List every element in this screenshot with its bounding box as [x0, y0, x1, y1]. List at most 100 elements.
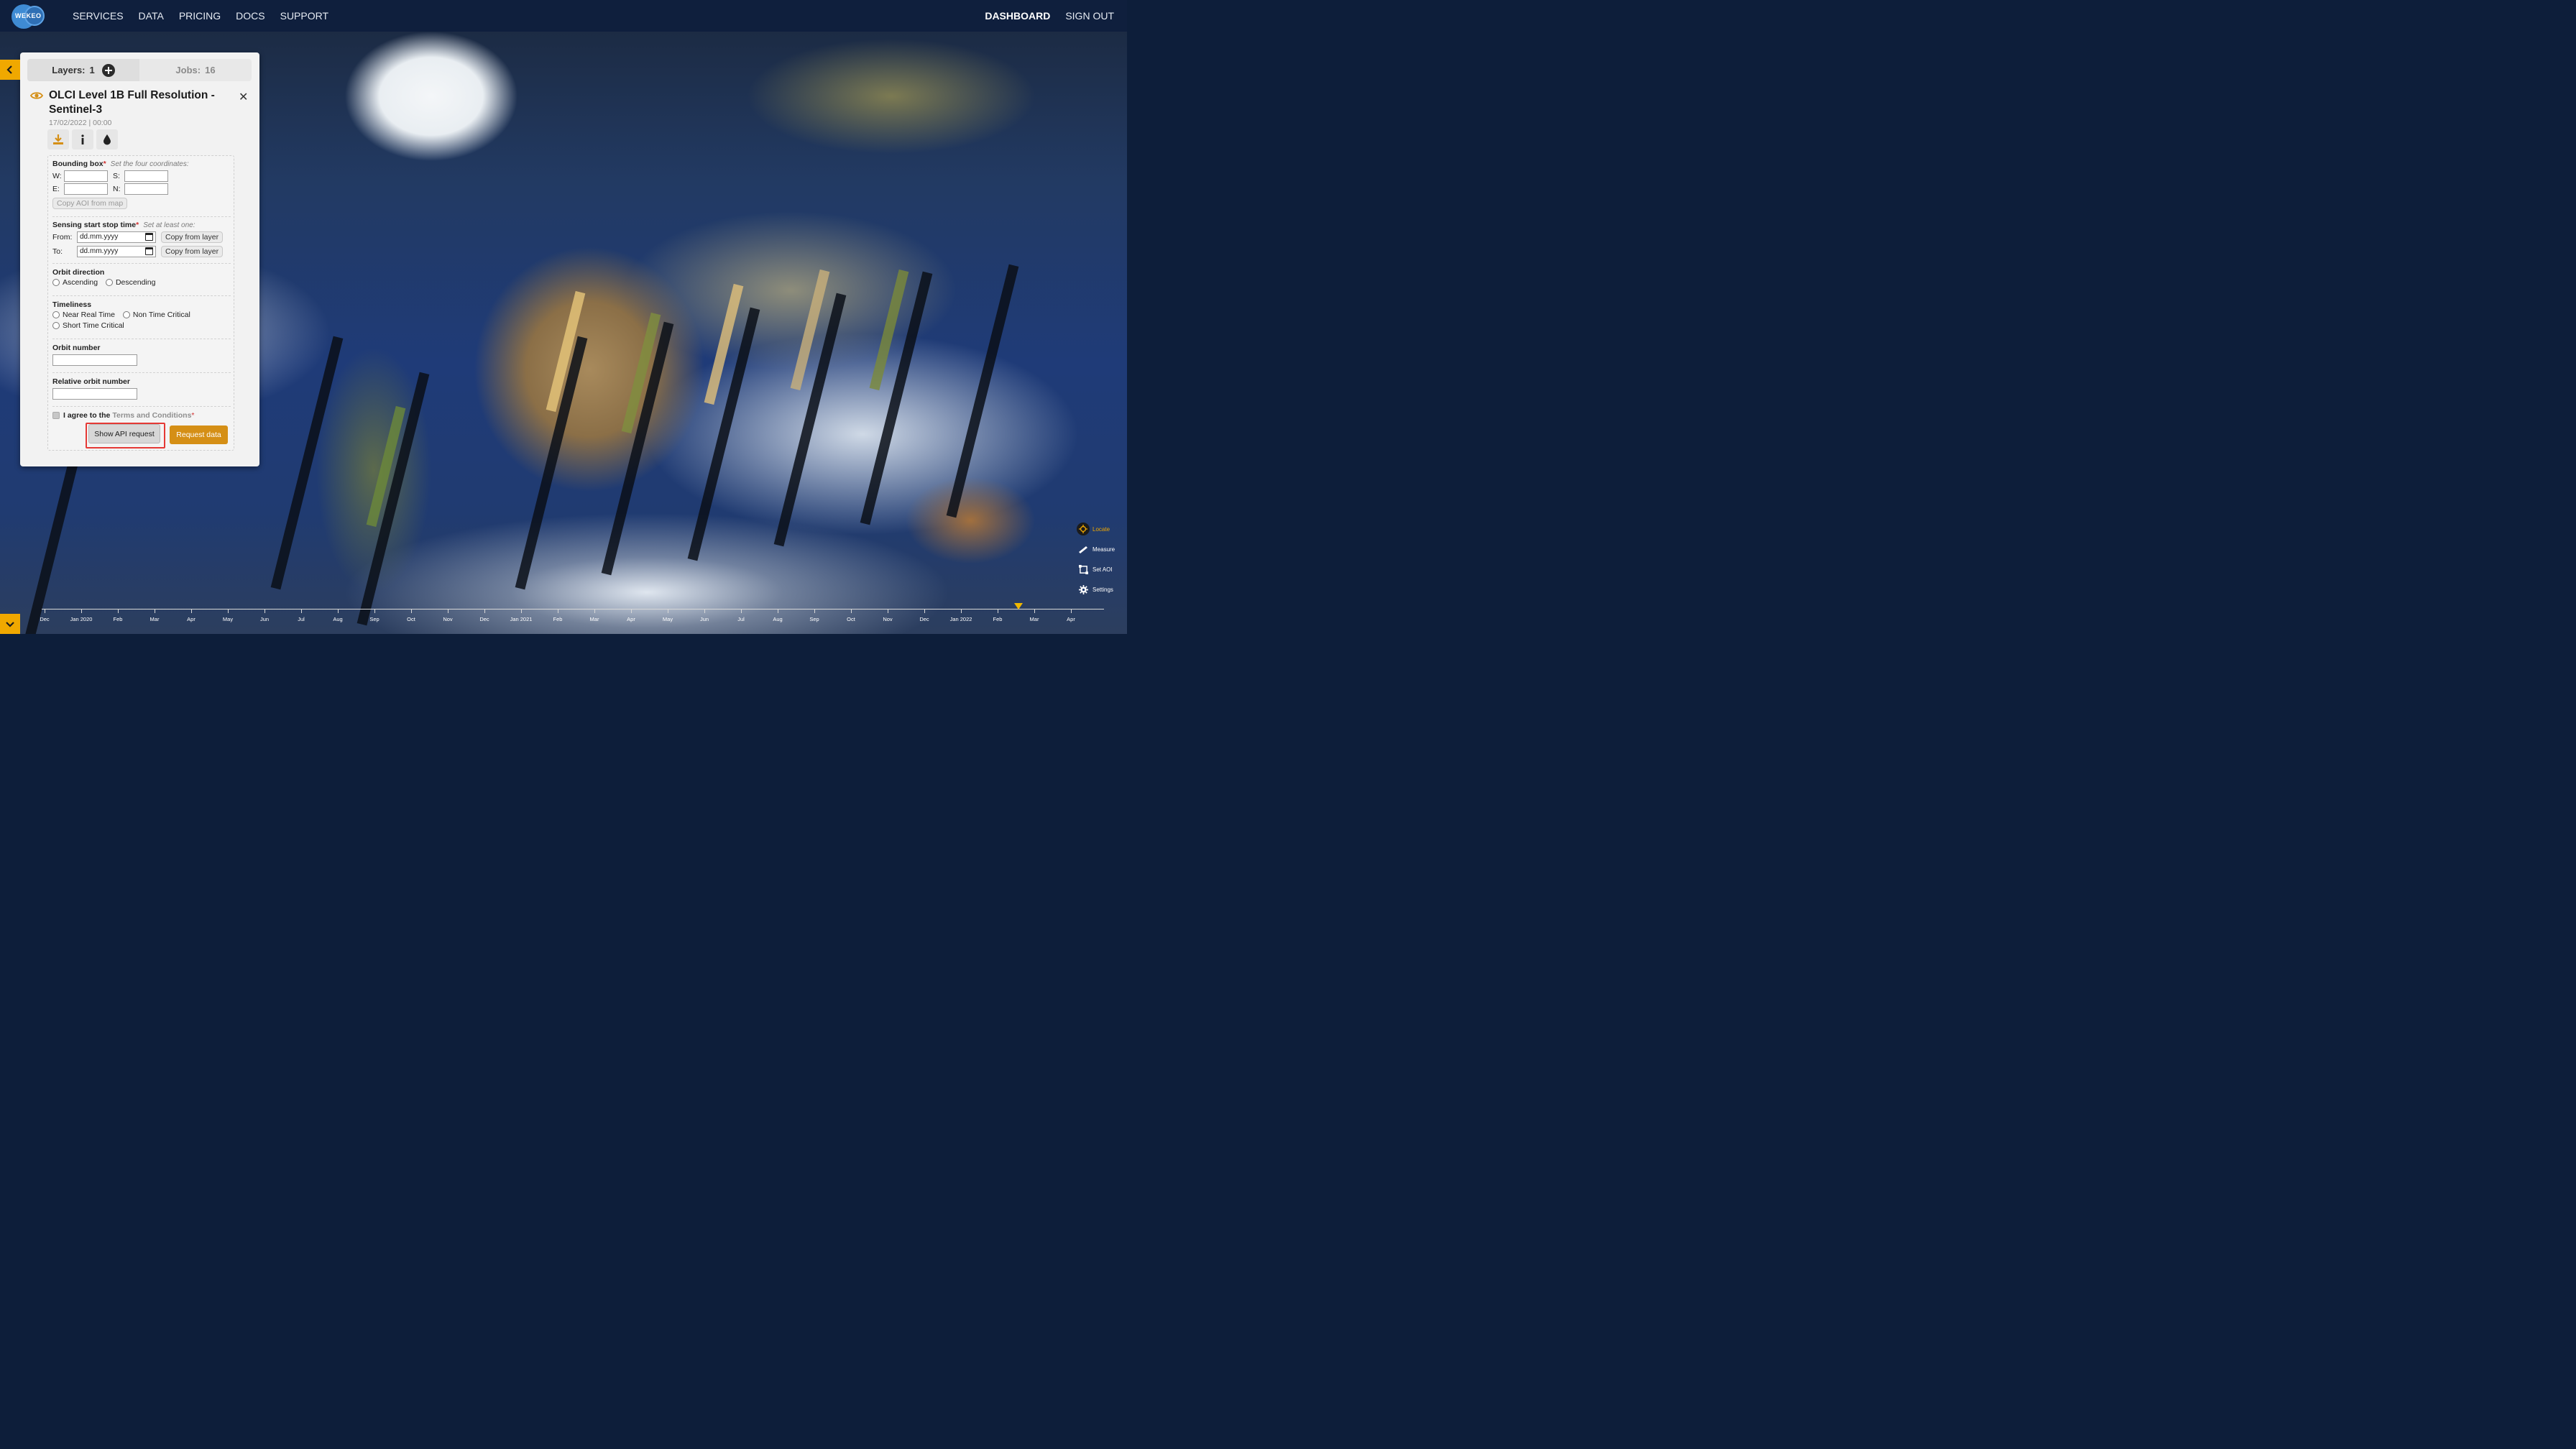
timeline-tick: [741, 609, 742, 613]
data-request-form: Bounding box* Set the four coordinates: W…: [47, 155, 234, 451]
timeline-label: Feb: [993, 616, 1003, 622]
timeline-axis: [42, 609, 1104, 610]
calendar-icon[interactable]: [145, 247, 153, 255]
bbox-hint: Set the four coordinates:: [110, 160, 189, 168]
relative-orbit-input[interactable]: [52, 388, 137, 400]
chevron-down-icon: [6, 622, 14, 627]
timeline-label: Jan 2021: [510, 616, 533, 622]
jobs-count: 16: [205, 65, 216, 75]
timeline-label: May: [662, 616, 673, 622]
south-label: S:: [113, 171, 120, 180]
collapse-panel-button[interactable]: [0, 60, 20, 80]
gear-icon: [1078, 584, 1088, 594]
set-aoi-tool[interactable]: Set AOI: [1077, 559, 1118, 579]
from-label: From:: [52, 232, 73, 242]
timeline-tick: [851, 609, 852, 613]
nav-support[interactable]: SUPPORT: [280, 10, 328, 22]
download-button[interactable]: [47, 129, 69, 150]
timeline-label: Jun: [259, 616, 270, 622]
west-label: W:: [52, 171, 62, 180]
timeline-tick: [228, 609, 229, 613]
measure-label: Measure: [1092, 546, 1116, 553]
from-date-placeholder: dd.mm.yyyy: [80, 233, 119, 241]
settings-tool[interactable]: Settings: [1077, 579, 1118, 599]
locate-tool[interactable]: Locate: [1077, 519, 1118, 539]
timeline-tick: [1034, 609, 1035, 613]
timeline-label: Oct: [407, 616, 415, 622]
timeline-tick: [1071, 609, 1072, 613]
expand-timeline-button[interactable]: [0, 614, 20, 634]
timeline-tick: [411, 609, 412, 613]
north-input[interactable]: [124, 183, 168, 195]
non-time-critical-radio[interactable]: Non Time Critical: [122, 310, 190, 319]
show-api-request-button[interactable]: Show API request: [88, 424, 160, 443]
terms-prefix: I agree to the: [63, 411, 111, 420]
copy-to-layer-button[interactable]: Copy from layer: [161, 245, 224, 257]
near-real-time-radio[interactable]: Near Real Time: [52, 310, 115, 319]
nav-data[interactable]: DATA: [139, 10, 164, 22]
timeline-label: Aug: [773, 616, 783, 622]
nav-pricing[interactable]: PRICING: [179, 10, 221, 22]
timeliness-label: Timeliness: [52, 300, 92, 309]
nav-sign-out[interactable]: SIGN OUT: [1065, 10, 1114, 22]
timeline-current-marker[interactable]: [1014, 603, 1023, 610]
tab-jobs[interactable]: Jobs: 16: [139, 59, 252, 81]
east-input[interactable]: [64, 183, 108, 195]
timeline[interactable]: Dec Jan 2020 Feb Mar Apr May Jun Jul Aug Sep Oct No…: [20, 602, 1127, 634]
relative-orbit-label: Relative orbit number: [52, 377, 130, 386]
terms-link[interactable]: Terms and Conditions: [112, 411, 191, 420]
descending-radio[interactable]: Descending: [105, 278, 155, 287]
timeline-tick: [118, 609, 119, 613]
request-data-button[interactable]: Request data: [170, 426, 228, 444]
set-aoi-label: Set AOI: [1092, 566, 1113, 573]
short-time-critical-radio[interactable]: Short Time Critical: [52, 321, 124, 330]
orbit-number-input[interactable]: [52, 354, 137, 366]
info-button[interactable]: [72, 129, 93, 150]
timeline-label: Sep: [369, 616, 380, 622]
timeliness-section: Timeliness Near Real Time Non Time Criti…: [52, 300, 231, 331]
timeline-tick: [374, 609, 375, 613]
wekeo-logo[interactable]: WEKEO: [12, 3, 46, 29]
timeline-label: Nov: [443, 616, 453, 622]
west-input[interactable]: [64, 170, 108, 182]
timeline-label: Oct: [847, 616, 855, 622]
timeline-label: Feb: [553, 616, 563, 622]
add-layer-button[interactable]: [101, 63, 115, 77]
nav-services[interactable]: SERVICES: [73, 10, 124, 22]
timeline-tick: [81, 609, 82, 613]
measure-tool[interactable]: Measure: [1077, 539, 1118, 559]
timeline-label: Aug: [333, 616, 343, 622]
style-button[interactable]: [96, 129, 118, 150]
nav-dashboard[interactable]: DASHBOARD: [985, 10, 1050, 22]
timeline-label: Apr: [187, 616, 196, 622]
south-input[interactable]: [124, 170, 168, 182]
timeline-label: Apr: [1067, 616, 1075, 622]
user-nav: DASHBOARD SIGN OUT: [985, 10, 1114, 22]
eye-icon[interactable]: [30, 91, 43, 100]
copy-from-layer-button[interactable]: Copy from layer: [161, 231, 224, 243]
timeline-label: Nov: [883, 616, 893, 622]
terms-checkbox[interactable]: [52, 412, 60, 419]
nav-docs[interactable]: DOCS: [236, 10, 264, 22]
orbit-number-label: Orbit number: [52, 344, 101, 352]
from-date-input[interactable]: dd.mm.yyyy: [77, 231, 156, 243]
bbox-section: Bounding box* Set the four coordinates: W…: [52, 160, 189, 209]
tab-jobs-label: Jobs:: [175, 65, 201, 75]
to-label: To:: [52, 247, 63, 256]
main-nav: SERVICES DATA PRICING DOCS SUPPORT: [73, 10, 328, 22]
copy-aoi-button[interactable]: Copy AOI from map: [52, 198, 128, 209]
locate-label: Locate: [1092, 525, 1110, 533]
timeline-label: Jun: [699, 616, 709, 622]
close-layer-button[interactable]: ✕: [239, 90, 248, 104]
timeline-label: Apr: [627, 616, 635, 622]
timeline-label: Jan 2022: [949, 616, 972, 622]
timeline-tick: [301, 609, 302, 613]
terms-section: I agree to the Terms and Conditions *: [52, 411, 231, 420]
map-tools: Locate Measure Set AOI Settings: [1077, 519, 1118, 599]
ascending-radio[interactable]: Ascending: [52, 278, 98, 287]
tab-layers[interactable]: Layers: 1: [27, 59, 139, 81]
calendar-icon[interactable]: [145, 233, 153, 241]
timeline-tick: [484, 609, 485, 613]
timeline-label: May: [222, 616, 234, 622]
to-date-input[interactable]: dd.mm.yyyy: [77, 245, 156, 257]
